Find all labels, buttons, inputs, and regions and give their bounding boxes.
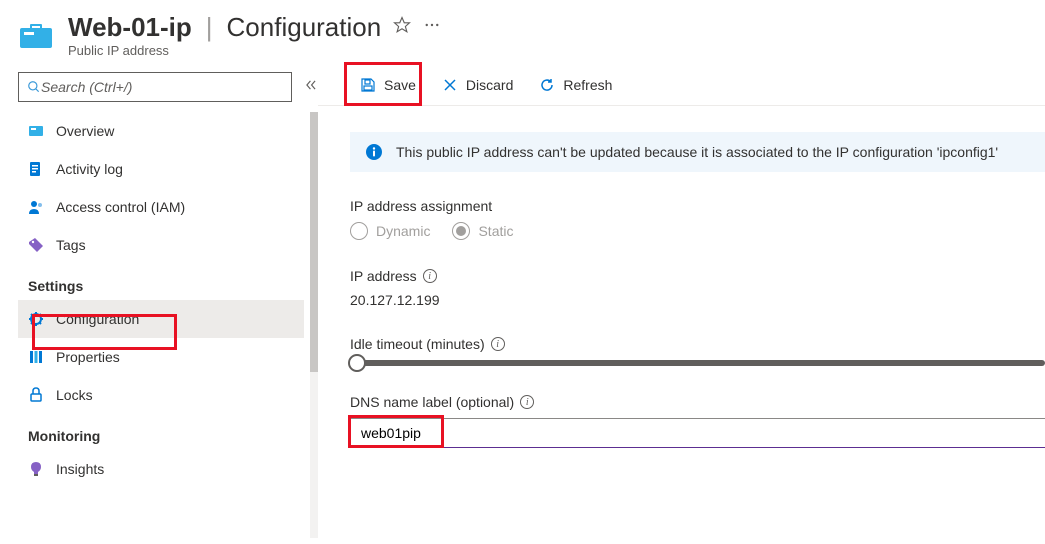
main-content: Save Discard Refresh This public IP addr… bbox=[318, 64, 1045, 538]
sidebar-item-properties[interactable]: Properties bbox=[18, 338, 304, 376]
sidebar-item-label: Activity log bbox=[56, 161, 123, 177]
sidebar-item-label: Insights bbox=[56, 461, 104, 477]
sidebar-item-activity-log[interactable]: Activity log bbox=[18, 150, 304, 188]
sidebar-item-label: Properties bbox=[56, 349, 120, 365]
radio-static-label: Static bbox=[478, 223, 513, 239]
input-focus-underline bbox=[350, 447, 1045, 448]
refresh-button[interactable]: Refresh bbox=[529, 68, 622, 102]
sidebar-item-label: Overview bbox=[56, 123, 114, 139]
sidebar-item-locks[interactable]: Locks bbox=[18, 376, 304, 414]
collapse-sidebar-icon[interactable] bbox=[304, 78, 318, 97]
radio-dynamic-label: Dynamic bbox=[376, 223, 430, 239]
radio-static: Static bbox=[452, 222, 513, 240]
dns-name-label-text: DNS name label (optional) bbox=[350, 394, 514, 410]
more-actions-icon[interactable] bbox=[423, 16, 441, 39]
radio-circle-checked-icon bbox=[452, 222, 470, 240]
configuration-icon bbox=[28, 311, 44, 327]
sidebar-scrollbar[interactable] bbox=[310, 112, 318, 538]
access-control-icon bbox=[28, 199, 44, 215]
page-title: Configuration bbox=[227, 12, 382, 43]
sidebar-item-insights[interactable]: Insights bbox=[18, 450, 304, 488]
discard-button[interactable]: Discard bbox=[432, 68, 523, 102]
info-banner: This public IP address can't be updated … bbox=[350, 132, 1045, 172]
sidebar-nav: Overview Activity log Access control (IA… bbox=[18, 112, 318, 538]
save-icon bbox=[360, 77, 376, 93]
sidebar-search-box[interactable] bbox=[18, 72, 292, 102]
properties-icon bbox=[28, 349, 44, 365]
dns-name-label: DNS name label (optional) i bbox=[350, 394, 1045, 410]
assignment-radio-group: Dynamic Static bbox=[350, 222, 1045, 240]
save-button[interactable]: Save bbox=[350, 68, 426, 102]
toolbar: Save Discard Refresh bbox=[318, 64, 1045, 106]
assignment-label: IP address assignment bbox=[350, 198, 1045, 214]
dns-name-input-wrap bbox=[350, 418, 1045, 448]
sidebar-item-label: Configuration bbox=[56, 311, 139, 327]
slider-track bbox=[350, 360, 1045, 366]
sidebar: Overview Activity log Access control (IA… bbox=[0, 64, 318, 538]
sidebar-item-tags[interactable]: Tags bbox=[18, 226, 304, 264]
save-button-label: Save bbox=[384, 77, 416, 93]
insights-icon bbox=[28, 461, 44, 477]
tags-icon bbox=[28, 237, 44, 253]
resource-name: Web-01-ip bbox=[68, 12, 192, 43]
discard-icon bbox=[442, 77, 458, 93]
search-icon bbox=[27, 80, 41, 94]
info-icon bbox=[366, 144, 382, 160]
resource-type-label: Public IP address bbox=[68, 43, 1027, 58]
info-banner-text: This public IP address can't be updated … bbox=[396, 144, 998, 160]
resource-type-icon bbox=[18, 18, 54, 54]
favorite-star-icon[interactable] bbox=[393, 16, 411, 39]
page-header: Web-01-ip | Configuration Public IP addr… bbox=[0, 0, 1045, 64]
ip-address-label: IP address i bbox=[350, 268, 1045, 284]
ip-address-label-text: IP address bbox=[350, 268, 417, 284]
dns-name-input[interactable] bbox=[350, 418, 1045, 448]
sidebar-item-access-control[interactable]: Access control (IAM) bbox=[18, 188, 304, 226]
sidebar-item-label: Access control (IAM) bbox=[56, 199, 185, 215]
idle-timeout-label-text: Idle timeout (minutes) bbox=[350, 336, 485, 352]
sidebar-section-monitoring: Monitoring bbox=[18, 414, 304, 450]
radio-circle-icon bbox=[350, 222, 368, 240]
refresh-icon bbox=[539, 77, 555, 93]
radio-dynamic: Dynamic bbox=[350, 222, 430, 240]
ip-address-value: 20.127.12.199 bbox=[350, 292, 1045, 308]
sidebar-item-overview[interactable]: Overview bbox=[18, 112, 304, 150]
discard-button-label: Discard bbox=[466, 77, 513, 93]
refresh-button-label: Refresh bbox=[563, 77, 612, 93]
slider-thumb[interactable] bbox=[348, 354, 366, 372]
info-tooltip-icon[interactable]: i bbox=[423, 269, 437, 283]
search-input[interactable] bbox=[41, 79, 283, 95]
info-tooltip-icon[interactable]: i bbox=[491, 337, 505, 351]
sidebar-item-configuration[interactable]: Configuration bbox=[18, 300, 304, 338]
overview-icon bbox=[28, 123, 44, 139]
sidebar-scrollbar-thumb[interactable] bbox=[310, 112, 318, 372]
locks-icon bbox=[28, 387, 44, 403]
sidebar-item-label: Tags bbox=[56, 237, 86, 253]
sidebar-item-label: Locks bbox=[56, 387, 93, 403]
info-tooltip-icon[interactable]: i bbox=[520, 395, 534, 409]
idle-timeout-slider[interactable] bbox=[350, 360, 1045, 366]
activity-log-icon bbox=[28, 161, 44, 177]
idle-timeout-label: Idle timeout (minutes) i bbox=[350, 336, 1045, 352]
sidebar-section-settings: Settings bbox=[18, 264, 304, 300]
title-separator: | bbox=[206, 12, 213, 43]
